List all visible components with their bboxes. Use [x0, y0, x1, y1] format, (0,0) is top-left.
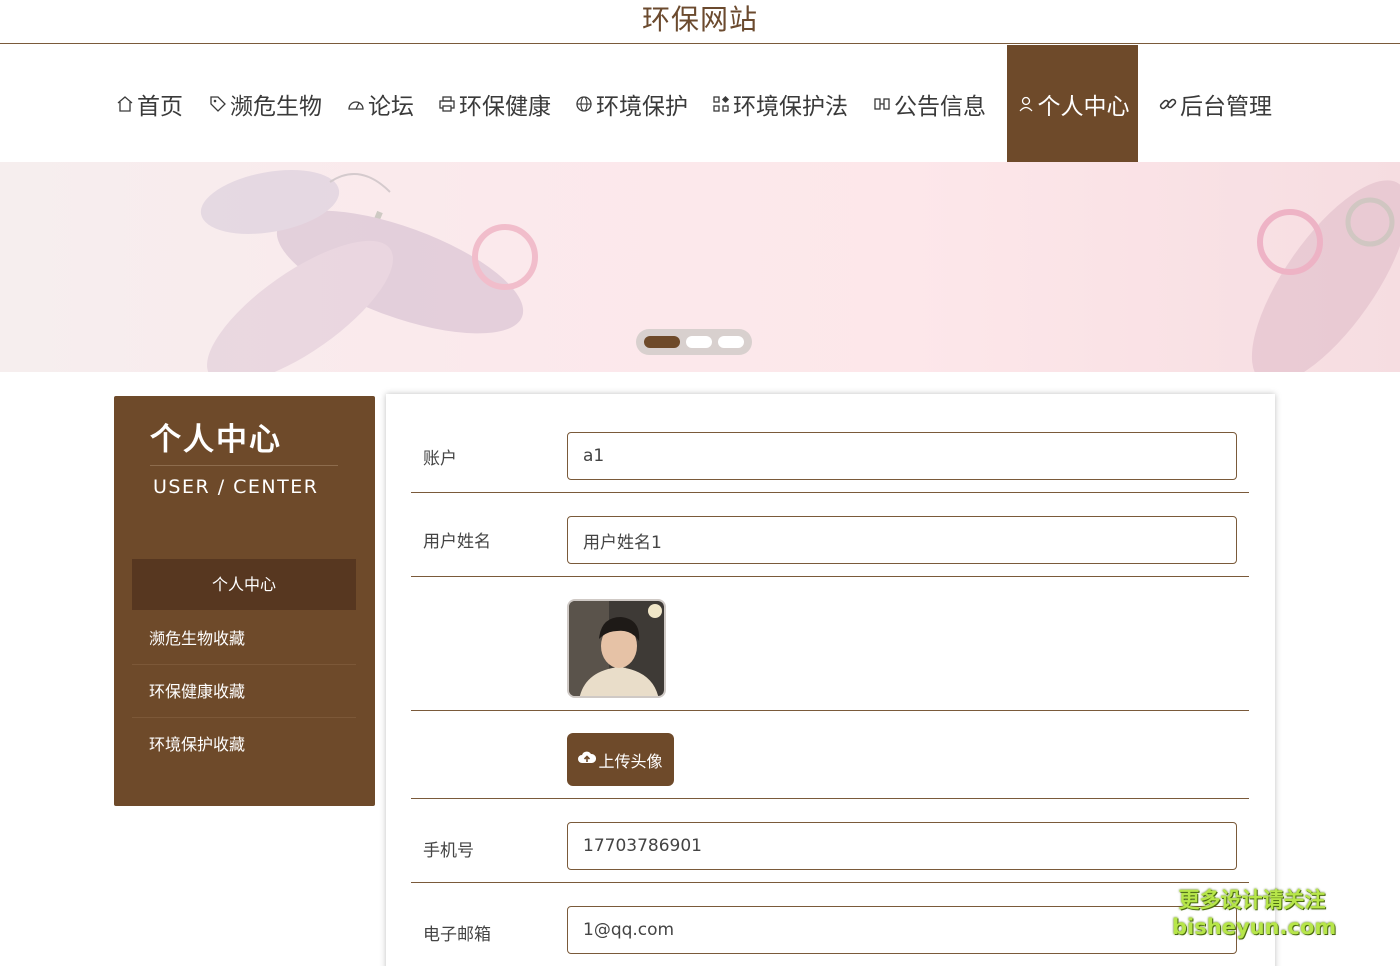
form-row-avatar: [411, 577, 1249, 711]
sidebar-item-health-favorites[interactable]: 环保健康收藏: [132, 665, 356, 718]
cloud-upload-icon: [578, 750, 597, 769]
nav-item-protection[interactable]: 环境保护: [574, 45, 688, 162]
carousel-dot-3[interactable]: [718, 336, 744, 348]
sidebar-item-endangered-favorites[interactable]: 濒危生物收藏: [132, 612, 356, 665]
name-label: 用户姓名: [423, 532, 491, 552]
nav-label: 首页: [137, 93, 183, 120]
apps-icon: [711, 94, 731, 114]
watermark-line-2: bisheyun.com: [1172, 915, 1337, 939]
account-input[interactable]: [567, 432, 1237, 480]
sidebar-menu: 个人中心 濒危生物收藏 环保健康收藏 环境保护收藏: [132, 559, 356, 771]
tag-icon: [208, 94, 228, 114]
nav-label: 濒危生物: [230, 93, 322, 120]
globe-icon: [574, 94, 594, 114]
form-row-name: 用户姓名: [411, 493, 1249, 577]
avatar-image: [567, 599, 666, 698]
upload-avatar-button[interactable]: 上传头像: [567, 733, 674, 786]
film-icon: [872, 94, 892, 114]
nav-item-admin[interactable]: 后台管理: [1158, 45, 1272, 162]
site-header: 环保网站: [0, 0, 1400, 44]
nav-item-health[interactable]: 环保健康: [437, 45, 551, 162]
profile-form-panel: 账户 用户姓名 上传头像 手机号 电子邮箱: [386, 394, 1275, 966]
nav-label: 环境保护: [596, 93, 688, 120]
nav-item-endangered[interactable]: 濒危生物: [208, 45, 322, 162]
nav-label: 公告信息: [894, 93, 986, 120]
sidebar-divider: [150, 465, 338, 466]
nav-label: 个人中心: [1037, 93, 1130, 120]
link-icon: [1158, 94, 1178, 114]
sidebar-item-protection-favorites[interactable]: 环境保护收藏: [132, 718, 356, 771]
form-row-account: 账户: [411, 418, 1249, 493]
printer-icon: [437, 94, 457, 114]
nav-item-user-center[interactable]: 个人中心: [1007, 45, 1138, 162]
account-label: 账户: [423, 449, 457, 469]
dashboard-icon: [346, 94, 366, 114]
nav-label: 环保健康: [459, 93, 551, 120]
nav-label: 后台管理: [1180, 93, 1272, 120]
email-input[interactable]: [567, 906, 1237, 954]
watermark-line-1: 更多设计请关注: [1178, 888, 1326, 912]
form-row-upload: 上传头像: [411, 711, 1249, 799]
nav-label: 论坛: [368, 93, 414, 120]
nav-item-notice[interactable]: 公告信息: [872, 45, 986, 162]
nav-item-law[interactable]: 环境保护法: [711, 45, 848, 162]
sidebar-subtitle: USER / CENTER: [153, 476, 319, 498]
watermark: 更多设计请关注 bisheyun.com: [1172, 887, 1337, 941]
user-center-sidebar: 个人中心 USER / CENTER 个人中心 濒危生物收藏 环保健康收藏 环境…: [114, 396, 375, 806]
nav-label: 环境保护法: [733, 93, 848, 120]
nav-item-home[interactable]: 首页: [115, 45, 183, 162]
main-nav: 首页 濒危生物 论坛 环保健康 环境保护 环境保护法 公告信息 个人中心 后台管…: [0, 45, 1400, 162]
name-input[interactable]: [567, 516, 1237, 564]
sidebar-title: 个人中心: [150, 422, 282, 458]
form-row-phone: 手机号: [411, 799, 1249, 883]
phone-label: 手机号: [423, 841, 474, 861]
home-icon: [115, 94, 135, 114]
form-row-email: 电子邮箱: [411, 883, 1249, 966]
email-label: 电子邮箱: [423, 925, 491, 945]
carousel-indicators: [636, 329, 752, 355]
upload-label: 上传头像: [598, 751, 663, 771]
user-icon: [1016, 94, 1036, 114]
phone-input[interactable]: [567, 822, 1237, 870]
nav-item-forum[interactable]: 论坛: [346, 45, 414, 162]
sidebar-item-user-center[interactable]: 个人中心: [132, 559, 356, 610]
site-title: 环保网站: [641, 3, 758, 36]
carousel-dot-2[interactable]: [686, 336, 712, 348]
carousel-dot-1[interactable]: [644, 336, 680, 348]
